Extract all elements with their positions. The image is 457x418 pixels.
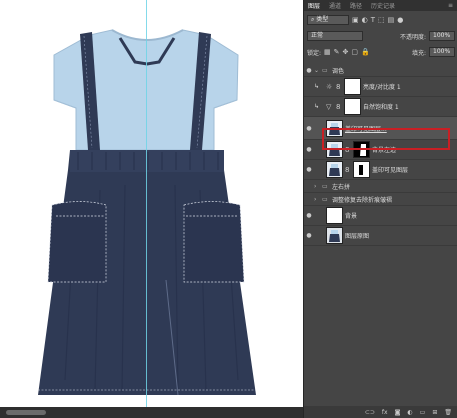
eye-icon[interactable]: ●	[304, 146, 314, 153]
layer-row[interactable]: ● › ▭ 左右拼	[304, 180, 457, 193]
filter-pixel-icon[interactable]: ▣	[352, 16, 359, 24]
new-layer-icon[interactable]: ⊞	[432, 409, 437, 416]
eye-icon[interactable]: ●	[304, 125, 314, 132]
layer-thumbnail	[326, 207, 343, 224]
tab-paths[interactable]: 路径	[350, 1, 362, 10]
chain-icon: 8	[336, 82, 341, 91]
folder-icon: ▭	[322, 66, 328, 74]
layers-panel: 图层 通道 路径 历史记录 ≡ ⌕ 类型 ▣ ◐ T ⬚ ▤ ● 正常 不透明度…	[303, 0, 457, 418]
layer-name: 图层原图	[345, 233, 370, 240]
clip-arrow-icon: ↳	[314, 83, 320, 90]
chevron-down-icon[interactable]: ⌄	[314, 67, 322, 74]
brightness-icon: ☼	[326, 82, 333, 91]
filter-adjustment-icon[interactable]: ◐	[362, 16, 368, 24]
layer-name: 左右拼	[332, 183, 351, 191]
tab-history[interactable]: 历史记录	[371, 1, 395, 10]
dress-image	[38, 29, 256, 396]
blend-row: 正常 不透明度: 100%	[304, 30, 457, 42]
lock-row: 锁定: ▦ ✎ ✥ ▢ 🔒 填充: 100%	[304, 46, 457, 58]
layer-row[interactable]: ● 8 盖印可见图层	[304, 160, 457, 180]
lock-transparent-icon[interactable]: ▦	[324, 48, 331, 56]
tab-layers[interactable]: 图层	[308, 1, 320, 10]
layer-row[interactable]: ● ⌄ ▭ 调色	[304, 64, 457, 77]
layer-list: ● ⌄ ▭ 调色 ● ↳ ☼ 8 亮度/对比度 1 ● ↳ ▽ 8 自然饱和度 …	[304, 64, 457, 246]
mask-thumbnail	[344, 78, 361, 95]
filter-row: ⌕ 类型 ▣ ◐ T ⬚ ▤ ●	[304, 14, 457, 26]
tab-channels[interactable]: 通道	[329, 1, 341, 10]
opacity-label: 不透明度:	[399, 33, 426, 41]
panel-menu-icon[interactable]: ≡	[448, 2, 453, 9]
layer-name: 背景	[345, 213, 358, 220]
fill-input[interactable]: 100%	[429, 47, 455, 57]
clip-arrow-icon: ↳	[314, 103, 320, 110]
eye-icon[interactable]: ●	[304, 166, 314, 173]
folder-icon[interactable]: ▭	[420, 409, 426, 416]
mask-thumbnail	[353, 161, 370, 178]
search-icon: ⌕	[311, 16, 315, 23]
layer-name: 盖印可见图层	[372, 167, 409, 174]
lock-all-icon[interactable]: 🔒	[361, 48, 370, 56]
filter-toggle-icon[interactable]: ●	[397, 16, 403, 24]
fx-icon[interactable]: fx	[382, 409, 388, 416]
vibrance-icon: ▽	[326, 102, 332, 111]
filter-type-icon[interactable]: T	[371, 16, 375, 24]
eye-icon[interactable]: ●	[304, 83, 314, 90]
lock-move-icon[interactable]: ✥	[343, 48, 349, 56]
mask-thumbnail	[344, 98, 361, 115]
filter-kind-select[interactable]: ⌕ 类型	[307, 15, 349, 25]
horizontal-scrollbar[interactable]	[0, 407, 303, 418]
opacity-input[interactable]: 100%	[429, 31, 455, 41]
link-icon[interactable]: ⊂⊃	[365, 409, 375, 416]
layer-thumbnail	[326, 227, 343, 244]
chevron-right-icon[interactable]: ›	[314, 196, 322, 203]
layer-row[interactable]: ● 背景	[304, 206, 457, 226]
layer-name: 自然饱和度 1	[363, 104, 399, 111]
filter-shape-icon[interactable]: ⬚	[378, 16, 385, 24]
eye-icon[interactable]: ●	[304, 232, 314, 239]
eye-icon[interactable]: ●	[304, 212, 314, 219]
layer-row[interactable]: ● › ▭ 调整修复去除折痕皱褶	[304, 193, 457, 206]
guide-line[interactable]	[146, 0, 147, 418]
folder-icon: ▭	[322, 195, 328, 203]
layer-name: 调色	[332, 67, 345, 75]
filter-kind-label: 类型	[316, 16, 329, 23]
filter-smartobject-icon[interactable]: ▤	[388, 16, 395, 24]
folder-icon: ▭	[322, 182, 328, 190]
lock-artboard-icon[interactable]: ▢	[351, 48, 358, 56]
eye-icon[interactable]: ●	[304, 196, 314, 203]
lock-paint-icon[interactable]: ✎	[334, 48, 340, 56]
scrollbar-thumb[interactable]	[6, 410, 46, 415]
mask-icon[interactable]: ◙	[395, 409, 401, 416]
chain-icon: 8	[336, 102, 341, 111]
adjustment-icon[interactable]: ◐	[407, 409, 412, 416]
selected-layer-highlight	[322, 128, 450, 150]
document-canvas[interactable]	[0, 0, 303, 418]
trash-icon[interactable]: 🗑	[444, 409, 452, 416]
eye-icon[interactable]: ●	[304, 67, 314, 74]
layer-row[interactable]: ● ↳ ▽ 8 自然饱和度 1	[304, 97, 457, 117]
layer-row[interactable]: ● 图层原图	[304, 226, 457, 246]
layer-row[interactable]: ● ↳ ☼ 8 亮度/对比度 1	[304, 77, 457, 97]
lock-label: 锁定:	[307, 49, 322, 57]
layer-name: 亮度/对比度 1	[363, 84, 401, 91]
panel-bottom-bar: ⊂⊃ fx ◙ ◐ ▭ ⊞ 🗑	[304, 406, 457, 418]
layer-thumbnail	[326, 161, 343, 178]
eye-icon[interactable]: ●	[304, 103, 314, 110]
chain-icon: 8	[345, 165, 350, 174]
chevron-right-icon[interactable]: ›	[314, 183, 322, 190]
eye-icon[interactable]: ●	[304, 183, 314, 190]
fill-label: 填充:	[411, 49, 426, 57]
layer-name: 调整修复去除折痕皱褶	[332, 196, 393, 204]
blend-mode-select[interactable]: 正常	[307, 31, 363, 41]
panel-tabs: 图层 通道 路径 历史记录 ≡	[304, 0, 457, 11]
